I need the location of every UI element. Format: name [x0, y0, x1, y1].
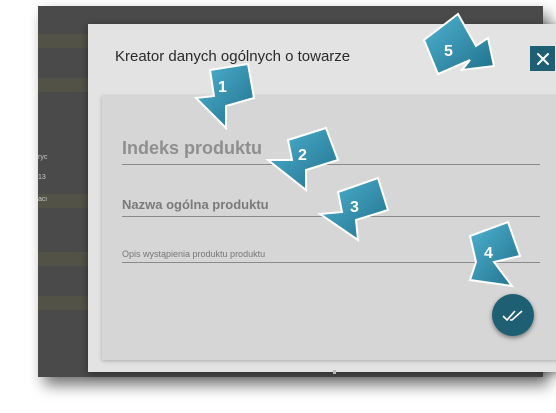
background-text: aci — [38, 196, 47, 203]
product-description-field — [122, 244, 540, 263]
divider — [333, 370, 336, 374]
screenshot-frame: ryc 13 aci Kreator danych ogólnych o tow… — [38, 6, 556, 377]
product-name-input[interactable] — [122, 194, 540, 214]
close-button[interactable] — [530, 46, 555, 71]
dialog-title: Kreator danych ogólnych o towarze — [115, 48, 351, 65]
form-panel — [102, 96, 556, 360]
product-index-field — [122, 134, 540, 165]
product-name-field — [122, 194, 540, 217]
close-icon — [536, 52, 549, 65]
product-description-input[interactable] — [122, 246, 540, 262]
double-check-icon — [502, 310, 523, 322]
product-wizard-dialog: Kreator danych ogólnych o towarze — [88, 24, 556, 374]
product-index-input[interactable] — [122, 134, 540, 162]
confirm-button[interactable] — [492, 294, 534, 336]
background-text: ryc — [38, 154, 48, 161]
background-text: 13 — [38, 174, 46, 181]
